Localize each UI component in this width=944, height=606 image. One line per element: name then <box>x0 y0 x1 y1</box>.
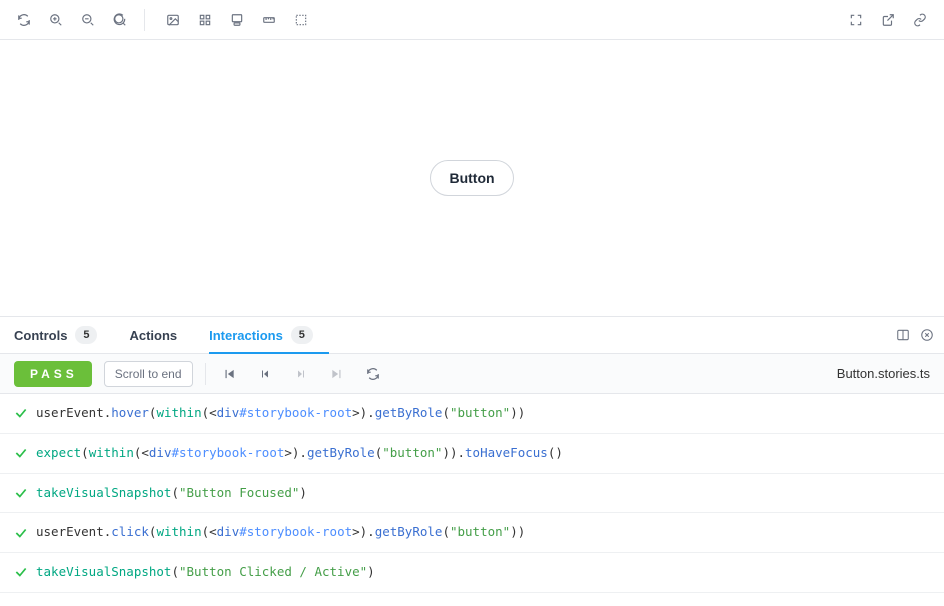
interaction-code: userEvent.click(within(<div#storybook-ro… <box>36 523 525 542</box>
pass-check-icon <box>14 446 28 460</box>
status-pass-badge: PASS <box>14 361 92 387</box>
interaction-row[interactable]: takeVisualSnapshot("Button Clicked / Act… <box>0 553 944 593</box>
interactions-list: userEvent.hover(within(<div#storybook-ro… <box>0 394 944 606</box>
interaction-row[interactable]: takeVisualSnapshot("Button Focused") <box>0 474 944 514</box>
sidebar-toggle-icon[interactable] <box>896 328 910 342</box>
viewport-icon[interactable] <box>223 6 251 34</box>
tab-controls[interactable]: Controls 5 <box>14 317 113 353</box>
tab-label: Controls <box>14 328 67 343</box>
interaction-code: takeVisualSnapshot("Button Focused") <box>36 484 307 503</box>
link-icon[interactable] <box>906 6 934 34</box>
tab-badge: 5 <box>75 326 97 344</box>
addons-tabbar: Controls 5 Actions Interactions 5 <box>0 316 944 354</box>
tab-label: Interactions <box>209 328 283 343</box>
interaction-row[interactable]: userEvent.click(within(<div#storybook-ro… <box>0 513 944 553</box>
zoom-in-icon[interactable] <box>42 6 70 34</box>
zoom-reset-icon[interactable] <box>106 6 134 34</box>
zoom-out-icon[interactable] <box>74 6 102 34</box>
refresh-icon[interactable] <box>10 6 38 34</box>
interaction-row[interactable]: userEvent.hover(within(<div#storybook-ro… <box>0 394 944 434</box>
story-button[interactable]: Button <box>430 160 513 196</box>
tab-interactions[interactable]: Interactions 5 <box>209 317 329 353</box>
grid-icon[interactable] <box>191 6 219 34</box>
pass-check-icon <box>14 486 28 500</box>
tab-actions[interactable]: Actions <box>129 317 193 353</box>
interaction-code: expect(within(<div#storybook-root>).getB… <box>36 444 563 463</box>
canvas-toolbar <box>0 0 944 40</box>
image-icon[interactable] <box>159 6 187 34</box>
tab-label: Actions <box>129 328 177 343</box>
pass-check-icon <box>14 526 28 540</box>
step-back-icon[interactable] <box>254 363 276 385</box>
replay-icon[interactable] <box>362 363 384 385</box>
close-panel-icon[interactable] <box>920 328 934 342</box>
measure-icon[interactable] <box>255 6 283 34</box>
scroll-to-end-button[interactable]: Scroll to end <box>104 361 193 387</box>
divider <box>205 363 206 385</box>
tab-badge: 5 <box>291 326 313 344</box>
interaction-code: userEvent.hover(within(<div#storybook-ro… <box>36 404 525 423</box>
goto-end-icon[interactable] <box>326 363 348 385</box>
step-forward-icon[interactable] <box>290 363 312 385</box>
interaction-row[interactable]: expect(within(<div#storybook-root>).getB… <box>0 434 944 474</box>
goto-start-icon[interactable] <box>218 363 240 385</box>
pass-check-icon <box>14 406 28 420</box>
interaction-code: takeVisualSnapshot("Button Clicked / Act… <box>36 563 375 582</box>
open-new-tab-icon[interactable] <box>874 6 902 34</box>
pass-check-icon <box>14 565 28 579</box>
interactions-controls: PASS Scroll to end Button.stories.ts <box>0 354 944 394</box>
toolbar-separator <box>144 9 145 31</box>
fullscreen-icon[interactable] <box>842 6 870 34</box>
outline-icon[interactable] <box>287 6 315 34</box>
story-filename: Button.stories.ts <box>837 366 930 381</box>
story-canvas: Button <box>0 40 944 316</box>
interactions-player <box>218 363 384 385</box>
